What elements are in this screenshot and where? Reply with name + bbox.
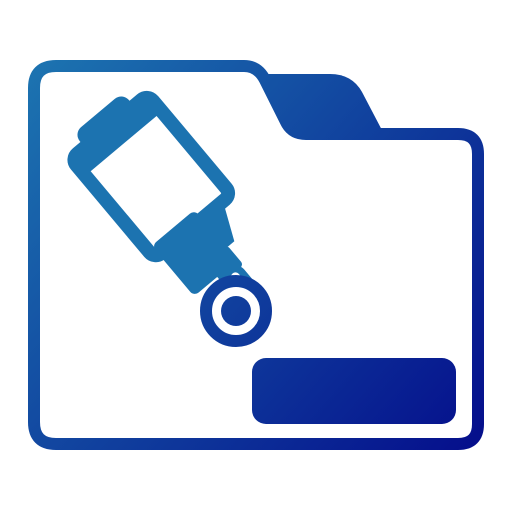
focus-knob-inner bbox=[221, 296, 251, 326]
microscope-folder-icon bbox=[28, 60, 484, 450]
folder-label-bar bbox=[252, 358, 456, 424]
icon-canvas bbox=[0, 0, 512, 512]
